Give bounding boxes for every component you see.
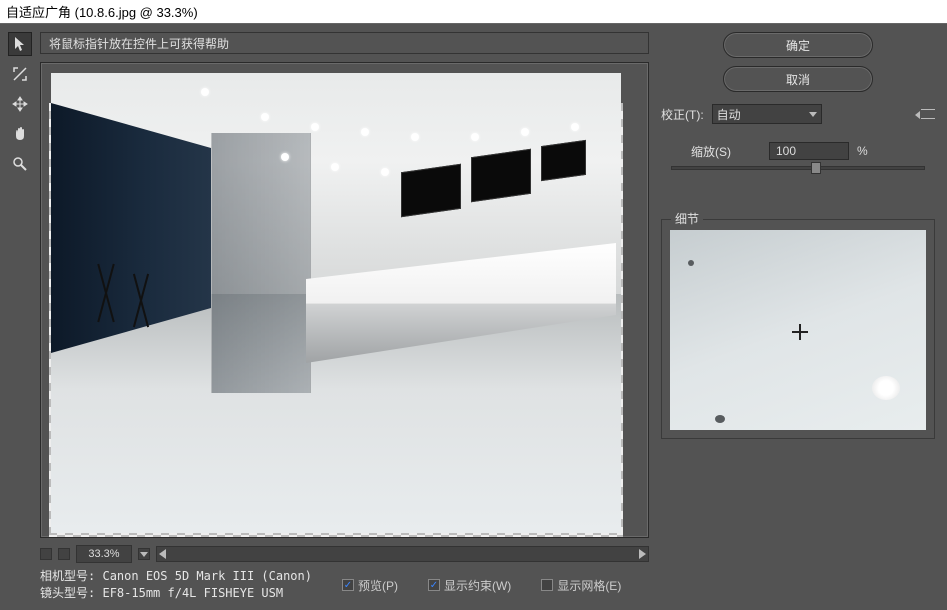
window-title: 自适应广角 (10.8.6.jpg @ 33.3%) <box>6 2 198 21</box>
hand-tool[interactable] <box>8 122 32 146</box>
horizontal-scrollbar[interactable] <box>156 546 649 562</box>
checkbox-icon <box>342 579 354 591</box>
checkbox-icon <box>541 579 553 591</box>
pointer-tool[interactable] <box>8 32 32 56</box>
actual-pixels-button[interactable] <box>58 548 70 560</box>
slider-thumb-icon[interactable] <box>811 162 821 174</box>
cancel-button[interactable]: 取消 <box>723 66 873 92</box>
image-preview <box>51 73 621 533</box>
scale-label: 缩放(S) <box>691 143 761 160</box>
preview-label: 预览(P) <box>358 577 398 594</box>
scale-slider[interactable] <box>671 166 925 170</box>
tool-column <box>0 24 40 610</box>
scroll-right-icon[interactable] <box>639 549 646 559</box>
detail-panel-title: 细节 <box>671 210 703 227</box>
scale-unit: % <box>857 144 868 158</box>
hint-bar: 将鼠标指针放在控件上可获得帮助 <box>40 32 649 54</box>
window-titlebar: 自适应广角 (10.8.6.jpg @ 33.3%) <box>0 0 947 24</box>
zoom-level-value: 33.3% <box>88 548 119 560</box>
move-tool[interactable] <box>8 92 32 116</box>
constraints-checkbox[interactable]: 显示约束(W) <box>428 577 511 594</box>
camera-info: 相机型号: Canon EOS 5D Mark III (Canon) 镜头型号… <box>40 568 312 602</box>
scroll-left-icon[interactable] <box>159 549 166 559</box>
crosshair-icon <box>792 324 808 340</box>
hint-text: 将鼠标指针放在控件上可获得帮助 <box>49 35 229 52</box>
grid-checkbox[interactable]: 显示网格(E) <box>541 577 621 594</box>
info-row: 相机型号: Canon EOS 5D Mark III (Canon) 镜头型号… <box>40 568 657 602</box>
checkbox-icon <box>428 579 440 591</box>
status-row: 33.3% <box>40 544 649 564</box>
center-column: 将鼠标指针放在控件上可获得帮助 <box>40 24 657 610</box>
dialog-body: 将鼠标指针放在控件上可获得帮助 <box>0 24 947 610</box>
ok-button[interactable]: 确定 <box>723 32 873 58</box>
scale-input[interactable]: 100 <box>769 142 849 160</box>
correction-label: 校正(T): <box>661 106 704 123</box>
constraints-label: 显示约束(W) <box>444 577 511 594</box>
chevron-down-icon <box>809 112 817 117</box>
constraint-tool[interactable] <box>8 62 32 86</box>
detail-panel <box>661 219 935 439</box>
detail-preview <box>670 230 926 430</box>
zoom-tool[interactable] <box>8 152 32 176</box>
correction-select[interactable]: 自动 <box>712 104 822 124</box>
grid-label: 显示网格(E) <box>557 577 621 594</box>
zoom-level-input[interactable]: 33.3% <box>76 545 132 563</box>
preview-checkbox[interactable]: 预览(P) <box>342 577 398 594</box>
right-panel: 确定 取消 校正(T): 自动 缩放(S) 100 % 细节 <box>657 24 947 610</box>
canvas-area[interactable] <box>40 62 649 538</box>
correction-value: 自动 <box>717 106 741 123</box>
panel-menu-icon[interactable] <box>921 109 935 119</box>
zoom-dropdown[interactable] <box>138 548 150 560</box>
fit-screen-button[interactable] <box>40 548 52 560</box>
